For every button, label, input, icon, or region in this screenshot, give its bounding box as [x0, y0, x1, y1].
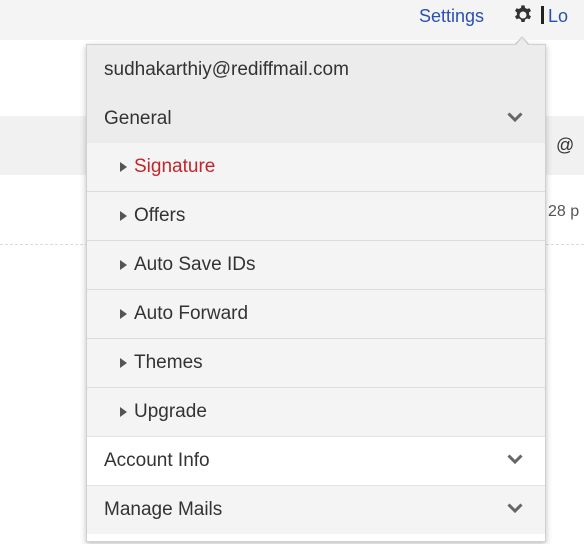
- bullet-icon: [120, 309, 127, 319]
- chevron-down-icon: [507, 503, 523, 513]
- section-manage-mails[interactable]: Manage Mails: [87, 485, 545, 534]
- menu-item-label: Themes: [134, 352, 203, 373]
- separator: [541, 6, 544, 24]
- bullet-icon: [120, 162, 127, 172]
- settings-dropdown: sudhakarthiy@rediffmail.com General Sign…: [86, 44, 546, 542]
- page: Settings Lo @ 28 p sudhakarthiy@rediffma…: [0, 0, 584, 544]
- menu-item-label: Upgrade: [134, 401, 207, 422]
- section-account-info[interactable]: Account Info: [87, 436, 545, 485]
- bullet-icon: [120, 260, 127, 270]
- background-at-symbol: @: [556, 135, 575, 155]
- section-general[interactable]: General: [87, 95, 545, 143]
- menu-item-themes[interactable]: Themes: [87, 338, 545, 387]
- section-account-info-label: Account Info: [104, 450, 210, 471]
- menu-item-upgrade[interactable]: Upgrade: [87, 387, 545, 436]
- bullet-icon: [120, 358, 127, 368]
- settings-link[interactable]: Settings: [419, 4, 484, 28]
- menu-item-signature[interactable]: Signature: [87, 143, 545, 191]
- account-email: sudhakarthiy@rediffmail.com: [87, 45, 545, 95]
- bullet-icon: [120, 407, 127, 417]
- background-time-fragment: 28 p: [548, 203, 580, 220]
- bullet-icon: [120, 211, 127, 221]
- menu-item-label: Auto Forward: [134, 303, 249, 324]
- menu-item-auto-forward[interactable]: Auto Forward: [87, 289, 545, 338]
- gear-icon[interactable]: [512, 4, 534, 26]
- menu-item-label: Auto Save IDs: [134, 254, 256, 275]
- section-general-label: General: [104, 108, 172, 129]
- logout-link[interactable]: Lo: [548, 4, 568, 28]
- chevron-down-icon: [507, 112, 523, 122]
- menu-item-offers[interactable]: Offers: [87, 191, 545, 240]
- account-email-text: sudhakarthiy@rediffmail.com: [104, 59, 349, 80]
- section-manage-mails-label: Manage Mails: [104, 499, 223, 520]
- menu-caret-inner: [515, 38, 529, 46]
- menu-item-label: Offers: [134, 205, 186, 226]
- menu-item-auto-save-ids[interactable]: Auto Save IDs: [87, 240, 545, 289]
- top-bar: Settings Lo: [0, 0, 584, 40]
- chevron-down-icon: [507, 454, 523, 464]
- menu-item-label: Signature: [134, 156, 216, 177]
